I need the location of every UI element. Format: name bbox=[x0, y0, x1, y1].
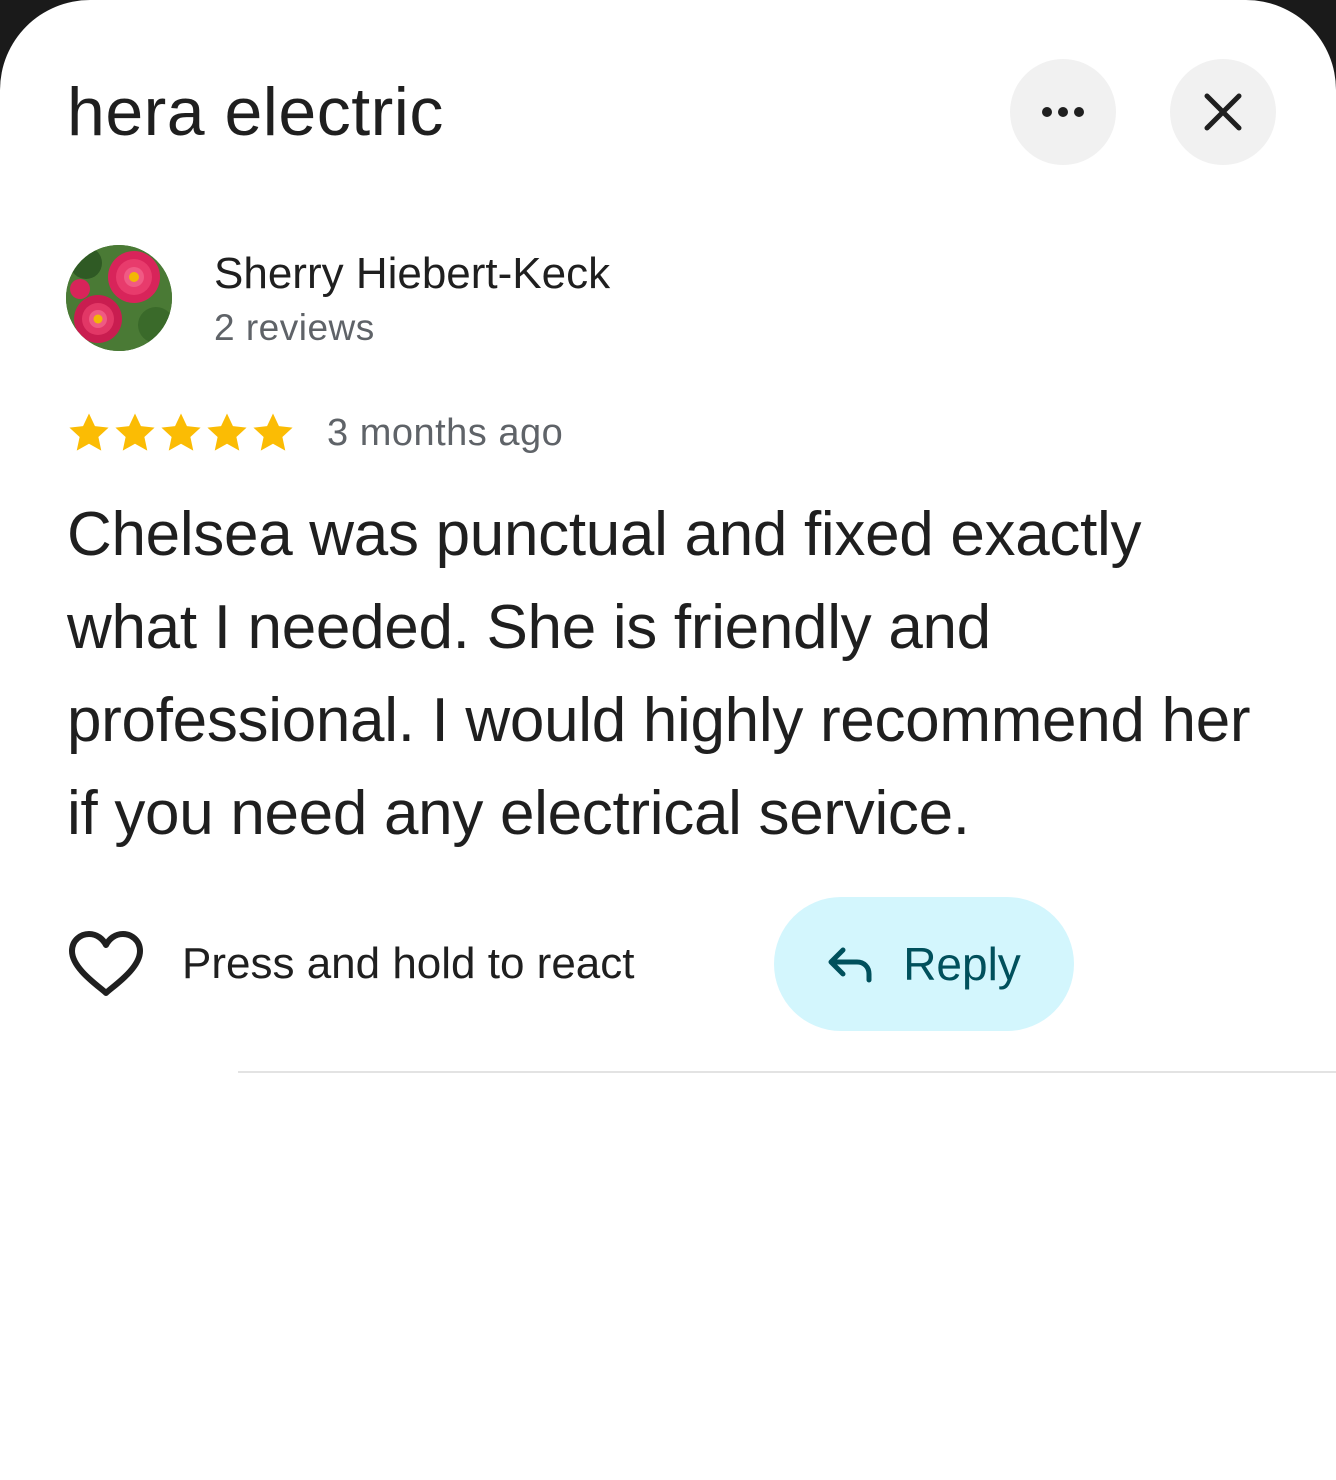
reviewer-avatar[interactable] bbox=[66, 245, 172, 351]
heart-outline-icon bbox=[69, 931, 143, 996]
star-icon bbox=[69, 413, 109, 451]
star-icon bbox=[253, 413, 293, 451]
star-icon bbox=[115, 413, 155, 451]
star-rating bbox=[66, 410, 296, 456]
react-label: Press and hold to react bbox=[182, 939, 635, 988]
review-date: 3 months ago bbox=[327, 412, 564, 454]
review-text: Chelsea was punctual and fixed exactly w… bbox=[67, 500, 1251, 848]
reply-label: Reply bbox=[903, 938, 1021, 990]
reply-button[interactable]: Reply bbox=[774, 897, 1074, 1031]
react-button[interactable]: Press and hold to react bbox=[66, 924, 634, 1004]
review-sheet: hera electric Sherry Hiebert-Keck 2 revi… bbox=[0, 0, 1336, 1480]
avatar-flower-photo bbox=[66, 245, 172, 351]
reviewer-name[interactable]: Sherry Hiebert-Keck bbox=[214, 248, 610, 300]
reply-arrow-icon bbox=[828, 947, 872, 983]
page-title: hera electric bbox=[67, 74, 444, 150]
reviewer-review-count: 2 reviews bbox=[214, 307, 375, 348]
divider bbox=[238, 1071, 1336, 1073]
star-icon bbox=[207, 413, 247, 451]
more-options-button[interactable] bbox=[1010, 59, 1116, 165]
star-icon bbox=[161, 413, 201, 451]
close-icon bbox=[1204, 93, 1242, 131]
more-horizontal-icon bbox=[1042, 107, 1084, 117]
close-button[interactable] bbox=[1170, 59, 1276, 165]
